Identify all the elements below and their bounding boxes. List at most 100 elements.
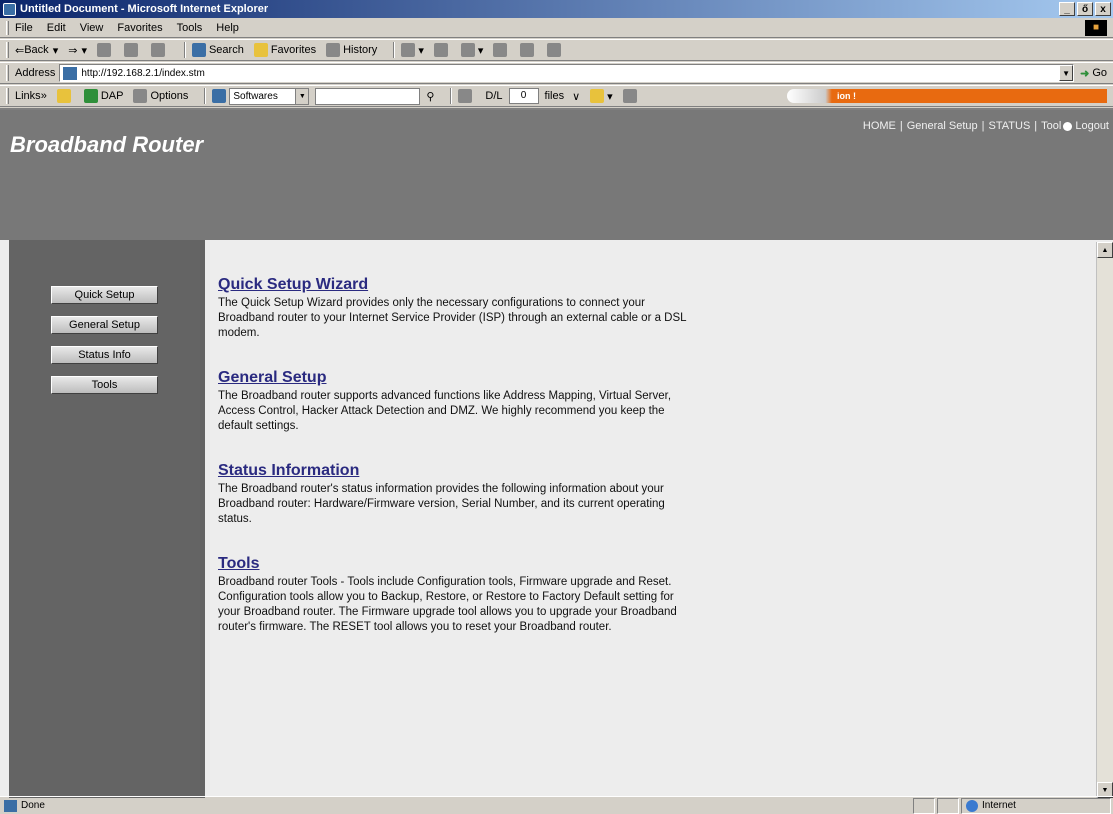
grid-icon [458, 89, 473, 103]
find-button[interactable]: ⚲ [426, 90, 434, 103]
links-chevron-icon: » [40, 90, 47, 102]
forward-button[interactable]: ⇒ ▾ [68, 44, 87, 57]
status-cell [937, 797, 959, 814]
research-icon [547, 43, 562, 57]
quick-setup-button[interactable]: Quick Setup [51, 286, 158, 304]
highlight-button[interactable]: ▾ [590, 89, 613, 103]
scroll-up-icon[interactable]: ▲ [1097, 242, 1113, 258]
nav-status-link[interactable]: STATUS [989, 120, 1031, 132]
nav-logout-link[interactable]: Logout [1075, 120, 1109, 132]
search-button[interactable]: Search [191, 43, 244, 57]
stop-icon [96, 43, 111, 57]
softwares-select[interactable]: Softwares ▼ [229, 87, 310, 105]
quick-setup-description: The Quick Setup Wizard provides only the… [218, 297, 687, 339]
favorites-icon [253, 43, 268, 57]
options-button[interactable]: Options [133, 89, 188, 103]
forward-dropdown-icon[interactable]: ▾ [81, 44, 87, 57]
nav-tool-link[interactable]: Tool [1041, 120, 1061, 132]
favorites-button[interactable]: Favorites [253, 43, 316, 57]
home-button[interactable] [150, 43, 168, 57]
menu-edit[interactable]: Edit [47, 22, 66, 34]
address-grip[interactable] [6, 65, 9, 81]
back-arrow-icon: ⇐ [15, 44, 25, 57]
expand-button[interactable]: ∨ [572, 90, 580, 103]
address-dropdown-icon[interactable]: ▼ [1059, 65, 1074, 81]
double-chevron-icon: ∨ [572, 90, 581, 103]
tools-button[interactable]: Tools [51, 376, 158, 394]
status-information-link[interactable]: Status Information [218, 462, 698, 480]
maximize-button[interactable]: ő [1077, 2, 1093, 16]
general-setup-button[interactable]: General Setup [51, 316, 158, 334]
dl-label: D/L [485, 90, 503, 102]
toolbar-grip[interactable] [6, 42, 9, 58]
back-dropdown-icon[interactable]: ▾ [53, 44, 59, 57]
options-label: Options [150, 90, 189, 102]
menu-view[interactable]: View [80, 22, 104, 34]
dap-button[interactable]: DAP [83, 89, 124, 103]
vertical-scrollbar[interactable]: ▲ ▼ [1096, 242, 1113, 798]
general-setup-link[interactable]: General Setup [218, 369, 698, 387]
messenger-icon [520, 43, 535, 57]
globe-icon [966, 799, 978, 812]
menu-favorites[interactable]: Favorites [117, 22, 162, 34]
minimize-button[interactable]: _ [1059, 2, 1075, 16]
print-button[interactable] [433, 43, 451, 57]
go-label: Go [1092, 67, 1107, 79]
refresh-icon [123, 43, 138, 57]
dap-icon [83, 89, 98, 103]
links-button[interactable]: Links » [15, 90, 47, 102]
home-link-button[interactable] [56, 89, 74, 103]
main-content: Quick Setup Wizard The Quick Setup Wizar… [218, 276, 698, 663]
print-link-button[interactable] [622, 89, 640, 103]
go-button[interactable]: ➜ Go [1080, 67, 1107, 80]
menu-grip[interactable] [6, 20, 9, 35]
menu-tools[interactable]: Tools [177, 22, 203, 34]
dl-count: 0 [508, 88, 539, 104]
address-bar: Address http://192.168.2.1/index.stm ▼ ➜… [0, 62, 1113, 84]
print-icon [433, 43, 448, 57]
search-icon [191, 43, 206, 57]
grid-button[interactable] [458, 89, 475, 103]
top-navigation: HOME | General Setup | STATUS | Tool Log… [863, 120, 1109, 132]
softwares-value: Softwares [233, 90, 278, 102]
general-setup-description: The Broadband router supports advanced f… [218, 390, 672, 432]
dap-label: DAP [100, 90, 124, 102]
stop-button[interactable] [96, 43, 114, 57]
mail-icon [401, 43, 416, 57]
links-grip[interactable] [6, 88, 9, 104]
security-zone: Internet [961, 797, 1111, 814]
section-status-information: Status Information The Broadband router'… [218, 462, 698, 527]
menu-help[interactable]: Help [216, 22, 239, 34]
nav-home-link[interactable]: HOME [863, 120, 896, 132]
address-label: Address [15, 67, 56, 79]
toolbar-separator [183, 42, 186, 58]
links-search-input[interactable] [315, 87, 421, 105]
edit-icon [460, 43, 475, 57]
forward-arrow-icon: ⇒ [68, 44, 78, 57]
menu-file[interactable]: File [15, 22, 33, 34]
logout-icon[interactable] [1063, 121, 1073, 131]
refresh-button[interactable] [123, 43, 141, 57]
standard-toolbar: ⇐ Back ▾ ⇒ ▾ Search Favorites History ▾ … [0, 39, 1113, 61]
options-icon [133, 89, 148, 103]
address-input[interactable]: http://192.168.2.1/index.stm ▼ [59, 64, 1075, 82]
router-banner: Broadband Router HOME | General Setup | … [0, 110, 1113, 240]
research-button[interactable] [547, 43, 564, 57]
back-label: Back [24, 44, 49, 56]
edit-button[interactable]: ▾ [460, 43, 483, 57]
quick-setup-wizard-link[interactable]: Quick Setup Wizard [218, 276, 698, 294]
mail-button[interactable]: ▾ [401, 43, 424, 57]
back-button[interactable]: ⇐ Back ▾ [15, 44, 58, 57]
close-button[interactable]: x [1095, 2, 1111, 16]
discuss-button[interactable] [493, 43, 510, 57]
toolbar-separator [393, 42, 396, 58]
status-info-button[interactable]: Status Info [51, 346, 158, 364]
tools-link[interactable]: Tools [218, 555, 698, 573]
section-quick-setup: Quick Setup Wizard The Quick Setup Wizar… [218, 276, 698, 341]
printer-icon [622, 89, 637, 103]
page-done-icon [4, 799, 17, 812]
history-button[interactable]: History [326, 43, 377, 57]
sidebar: Quick Setup General Setup Status Info To… [9, 240, 205, 798]
nav-general-setup-link[interactable]: General Setup [907, 120, 978, 132]
messenger-button[interactable] [520, 43, 537, 57]
